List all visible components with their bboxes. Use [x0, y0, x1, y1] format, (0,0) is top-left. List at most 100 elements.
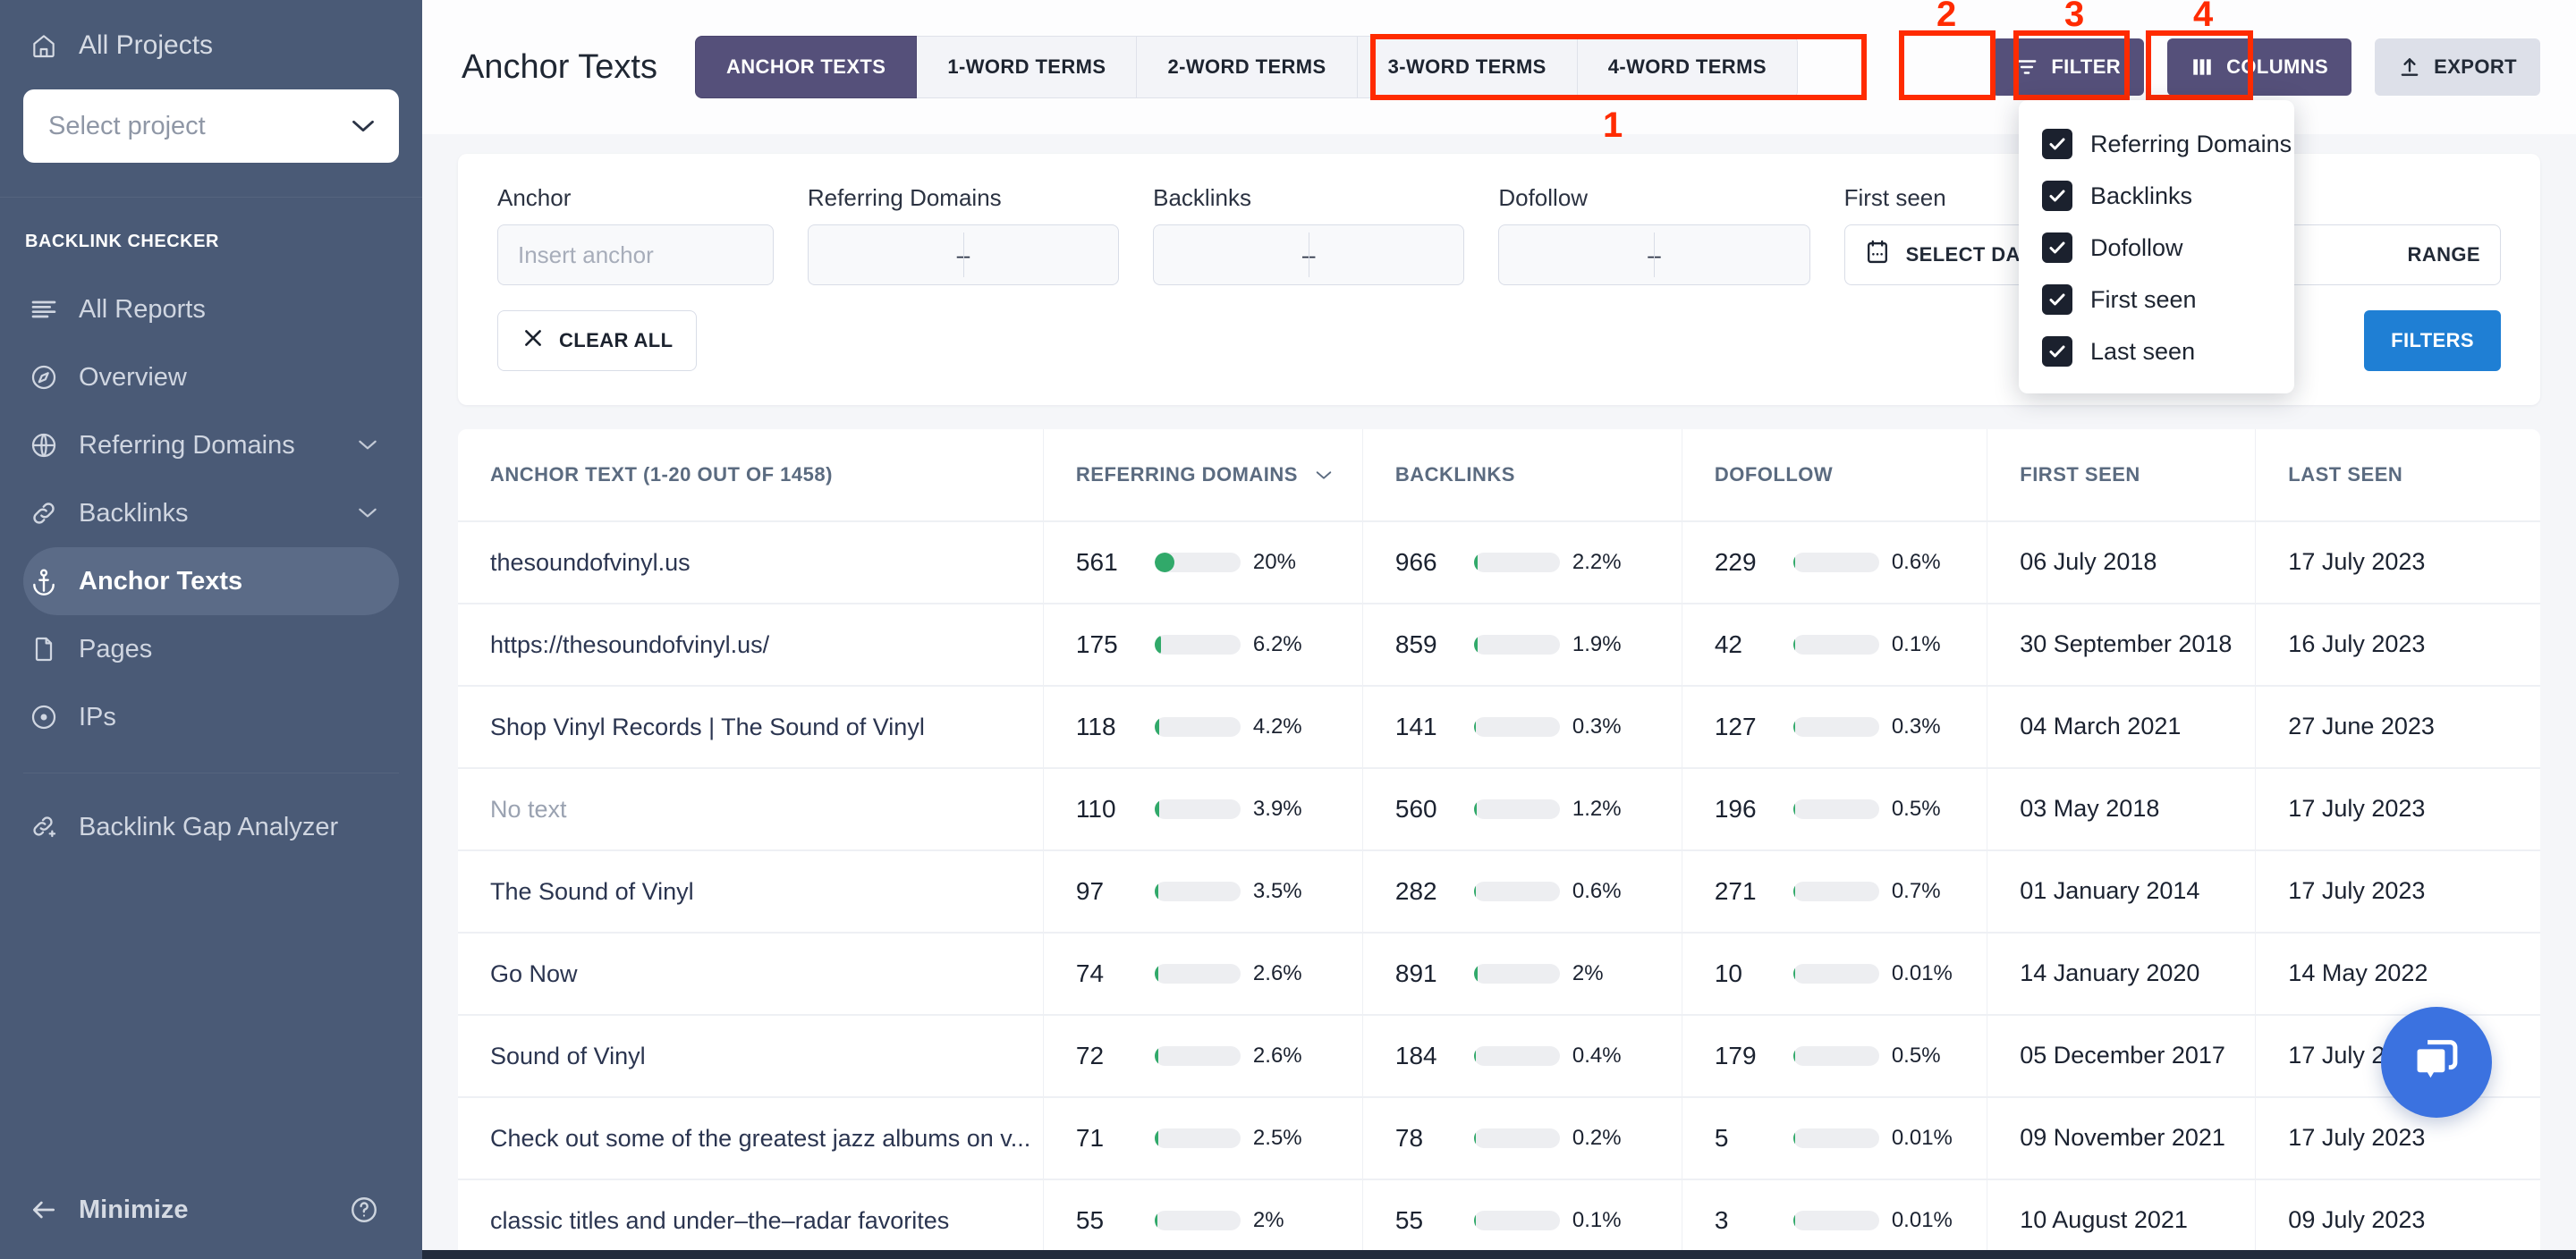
last-seen-cell: 17 July 2023: [2255, 850, 2540, 934]
table-row[interactable]: Shop Vinyl Records | The Sound of Vinyl 1…: [458, 686, 2540, 769]
col-header-first-seen[interactable]: FIRST SEEN: [1987, 429, 2256, 522]
checkbox-checked-icon[interactable]: [2042, 232, 2072, 263]
tab-2-word-terms[interactable]: 2-WORD TERMS: [1137, 37, 1358, 97]
anchor-text-value: Go Now: [490, 959, 578, 987]
anchor-text-cell[interactable]: thesoundofvinyl.us: [458, 521, 1044, 604]
table-row[interactable]: https://thesoundofvinyl.us/175 6.2% 859 1.9…: [458, 604, 2540, 687]
col-header-label: ANCHOR TEXT (1-20 OUT OF 1458): [490, 463, 833, 486]
table-row[interactable]: No text 110 3.9% 560 1.2% 196 0.5% 03 May 2018 1…: [458, 768, 2540, 851]
anchor-texts-table: ANCHOR TEXT (1-20 OUT OF 1458) REFERRING…: [458, 429, 2540, 1259]
filter-referring-domains: Referring Domains –: [807, 184, 1120, 285]
chevron-down-icon[interactable]: [1314, 463, 1334, 486]
referring-domains-range-input[interactable]: –: [807, 224, 1120, 285]
sidebar-item-overview[interactable]: Overview: [23, 343, 399, 411]
anchor-text-cell[interactable]: Check out some of the greatest jazz albu…: [458, 1097, 1044, 1180]
tab-anchor-texts[interactable]: ANCHOR TEXTS: [694, 36, 918, 98]
dofollow-percent: 0.01%: [1891, 961, 1953, 985]
first-seen-value: 06 July 2018: [2020, 548, 2157, 576]
dofollow-range-input[interactable]: –: [1498, 224, 1810, 285]
chevron-down-icon[interactable]: [356, 434, 379, 457]
chat-widget-button[interactable]: [2381, 1007, 2492, 1118]
col-header-label: REFERRING DOMAINS: [1075, 463, 1298, 486]
help-circle-icon[interactable]: [349, 1195, 379, 1225]
col-header-label: LAST SEEN: [2288, 463, 2403, 486]
last-seen-cell: 17 July 2023: [2255, 1097, 2540, 1180]
dofollow-cell: 271 0.7%: [1681, 850, 1987, 934]
sidebar-item-backlinks[interactable]: Backlinks: [23, 479, 399, 547]
dofollow-cell: 10 0.01%: [1681, 933, 1987, 1016]
table-row[interactable]: Check out some of the greatest jazz albu…: [458, 1097, 2540, 1180]
referring-domains-percent: 6.2%: [1252, 632, 1302, 656]
chevron-down-icon[interactable]: [356, 502, 379, 525]
col-header-last-seen[interactable]: LAST SEEN: [2255, 429, 2540, 522]
referring-domains-value: 118: [1075, 713, 1116, 740]
checkbox-checked-icon[interactable]: [2042, 336, 2072, 367]
col-header-backlinks[interactable]: BACKLINKS: [1361, 429, 1682, 522]
dofollow-cell: 196 0.5%: [1681, 768, 1987, 851]
tab-1-word-terms[interactable]: 1-WORD TERMS: [917, 37, 1138, 97]
checkbox-checked-icon[interactable]: [2042, 284, 2072, 315]
export-button[interactable]: EXPORT: [2375, 38, 2540, 96]
columns-menu-item-dofollow[interactable]: Dofollow: [2019, 222, 2294, 274]
anchor-text-cell[interactable]: classic titles and under–the–radar favor…: [458, 1179, 1044, 1259]
table-row[interactable]: Go Now 74 2.6% 891 2% 10 0.01% 14 January 2020 1…: [458, 933, 2540, 1016]
sidebar-section-title: BACKLINK CHECKER: [25, 232, 219, 251]
anchor-text-cell[interactable]: Go Now: [458, 933, 1044, 1016]
col-header-anchor-text[interactable]: ANCHOR TEXT (1-20 OUT OF 1458): [458, 429, 1044, 522]
table-header-row: ANCHOR TEXT (1-20 OUT OF 1458) REFERRING…: [458, 429, 2540, 522]
anchor-icon: [29, 566, 59, 596]
anchor-text-cell[interactable]: Shop Vinyl Records | The Sound of Vinyl: [458, 686, 1044, 769]
dofollow-value: 10: [1714, 959, 1742, 987]
backlinks-progress-bar: [1473, 553, 1560, 572]
sidebar-item-ips[interactable]: IPs: [23, 683, 399, 751]
sidebar-item-pages[interactable]: Pages: [23, 615, 399, 683]
backlinks-progress-bar: [1473, 1211, 1560, 1230]
sidebar-item-label: All Reports: [79, 294, 206, 324]
dofollow-progress-bar: [1792, 1046, 1879, 1066]
sidebar-item-referring-domains[interactable]: Referring Domains: [23, 411, 399, 479]
anchor-input[interactable]: Insert anchor: [497, 224, 774, 285]
sidebar-item-backlink-gap-analyzer[interactable]: Backlink Gap Analyzer: [23, 793, 399, 861]
referring-domains-percent: 4.2%: [1252, 714, 1302, 739]
columns-menu-item-referring-domains[interactable]: Referring Domains: [2019, 118, 2294, 170]
clear-all-button[interactable]: CLEAR ALL: [497, 310, 698, 371]
anchor-text-cell[interactable]: The Sound of Vinyl: [458, 850, 1044, 934]
filter-button[interactable]: FILTER: [1992, 38, 2145, 96]
sidebar-item-label: Referring Domains: [79, 430, 295, 460]
filter-backlinks-label: Backlinks: [1153, 184, 1251, 211]
columns-menu-item-backlinks[interactable]: Backlinks: [2019, 170, 2294, 222]
referring-domains-cell: 118 4.2%: [1042, 686, 1363, 769]
table-row[interactable]: classic titles and under–the–radar favor…: [458, 1179, 2540, 1259]
sidebar-item-anchor-texts[interactable]: Anchor Texts: [23, 547, 399, 615]
table-row[interactable]: thesoundofvinyl.us 561 20% 966 2.2% 229 0.6% 06…: [458, 521, 2540, 604]
sidebar-all-projects[interactable]: All Projects: [23, 23, 399, 68]
apply-filters-button[interactable]: FILTERS: [2364, 310, 2501, 371]
checkbox-checked-icon[interactable]: [2042, 181, 2072, 211]
tab-3-word-terms[interactable]: 3-WORD TERMS: [1358, 37, 1578, 97]
first-seen-cell: 03 May 2018: [1987, 768, 2256, 851]
col-header-dofollow[interactable]: DOFOLLOW: [1681, 429, 1987, 522]
anchor-text-value: No text: [490, 795, 567, 823]
columns-menu-item-first-seen[interactable]: First seen: [2019, 274, 2294, 325]
anchor-text-cell[interactable]: Sound of Vinyl: [458, 1015, 1044, 1098]
sidebar-item-label: Anchor Texts: [79, 566, 243, 596]
anchor-text-value: Check out some of the greatest jazz albu…: [490, 1124, 1031, 1152]
anchor-text-cell[interactable]: No text: [458, 768, 1044, 851]
anchor-text-cell[interactable]: https://thesoundofvinyl.us/: [458, 604, 1044, 687]
table-row[interactable]: Sound of Vinyl 72 2.6% 184 0.4% 179 0.5% 05 Dec…: [458, 1015, 2540, 1098]
col-header-referring-domains[interactable]: REFERRING DOMAINS: [1042, 429, 1363, 522]
sidebar-item-all-reports[interactable]: All Reports: [23, 275, 399, 343]
columns-button[interactable]: COLUMNS: [2167, 38, 2352, 96]
backlinks-cell: 859 1.9%: [1361, 604, 1682, 687]
project-select[interactable]: Select project: [23, 89, 399, 163]
sidebar-minimize-row[interactable]: Minimize: [0, 1161, 422, 1259]
backlinks-value: 859: [1394, 630, 1437, 658]
table-row[interactable]: The Sound of Vinyl 97 3.5% 282 0.6% 271 0.7% 01…: [458, 850, 2540, 934]
checkbox-checked-icon[interactable]: [2042, 129, 2072, 159]
backlinks-range-input[interactable]: –: [1153, 224, 1465, 285]
sidebar-item-label: Overview: [79, 362, 187, 392]
columns-menu-item-last-seen[interactable]: Last seen: [2019, 325, 2294, 377]
backlinks-value: 141: [1394, 713, 1437, 740]
referring-domains-percent: 3.5%: [1252, 879, 1302, 903]
tab-4-word-terms[interactable]: 4-WORD TERMS: [1578, 37, 1797, 97]
